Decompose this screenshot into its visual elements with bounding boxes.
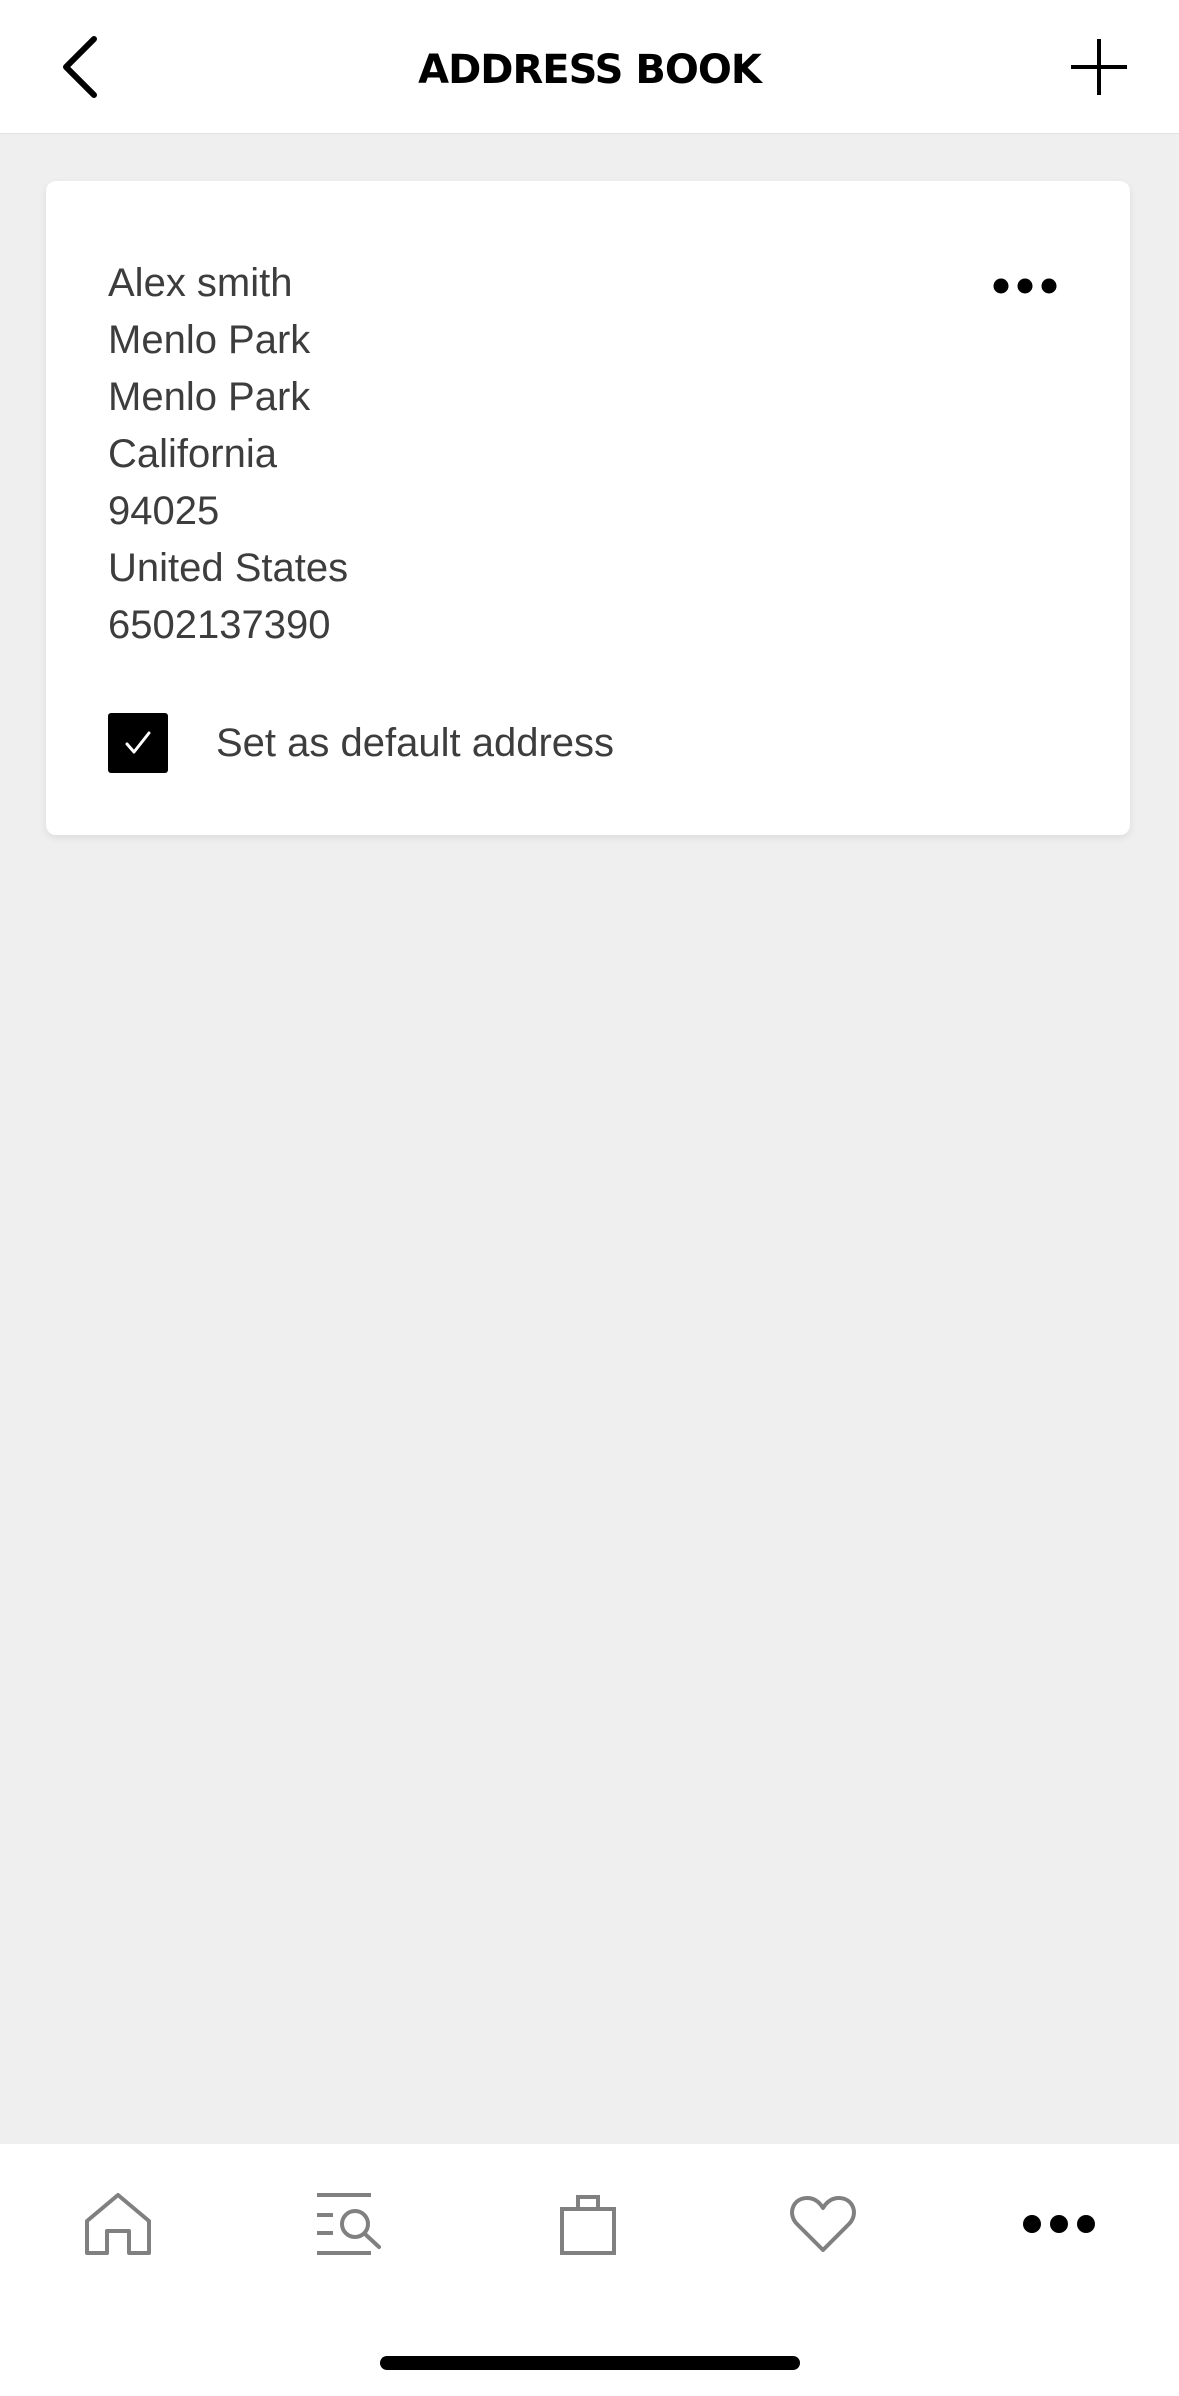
address-street: Menlo Park <box>108 318 311 362</box>
home-indicator <box>380 2356 800 2370</box>
heart-icon <box>790 2196 856 2252</box>
home-icon <box>85 2193 151 2255</box>
tab-home[interactable] <box>58 2174 178 2274</box>
plus-icon <box>1071 39 1127 95</box>
add-address-button[interactable] <box>1059 22 1139 112</box>
page-title: ADDRESS BOOK <box>418 47 762 93</box>
default-address-toggle[interactable]: Set as default address <box>108 713 614 773</box>
address-options-button[interactable] <box>980 256 1070 316</box>
address-city: Menlo Park <box>108 375 311 419</box>
shopping-bag-icon <box>560 2195 616 2255</box>
tab-bag[interactable] <box>528 2174 648 2274</box>
default-address-checkbox[interactable] <box>108 713 168 773</box>
back-button[interactable] <box>40 22 120 112</box>
checkmark-icon <box>125 731 151 754</box>
address-zip: 94025 <box>108 489 220 533</box>
ellipsis-icon <box>993 278 1057 294</box>
address-phone: 6502137390 <box>108 603 331 647</box>
top-app-bar: ADDRESS BOOK <box>0 0 1179 134</box>
address-card: Alex smith Menlo Park Menlo Park Califor… <box>46 181 1130 835</box>
chevron-left-icon <box>63 36 97 98</box>
search-list-icon <box>317 2193 381 2255</box>
address-block: Alex smith Menlo Park Menlo Park Califor… <box>108 255 348 654</box>
tab-more[interactable] <box>999 2174 1119 2274</box>
tab-wishlist[interactable] <box>763 2174 883 2274</box>
address-state: California <box>108 432 277 476</box>
default-address-label: Set as default address <box>216 720 615 765</box>
address-country: United States <box>108 546 349 590</box>
tab-search[interactable] <box>290 2174 410 2274</box>
ellipsis-icon <box>1023 2215 1095 2233</box>
address-name: Alex smith <box>108 261 293 305</box>
